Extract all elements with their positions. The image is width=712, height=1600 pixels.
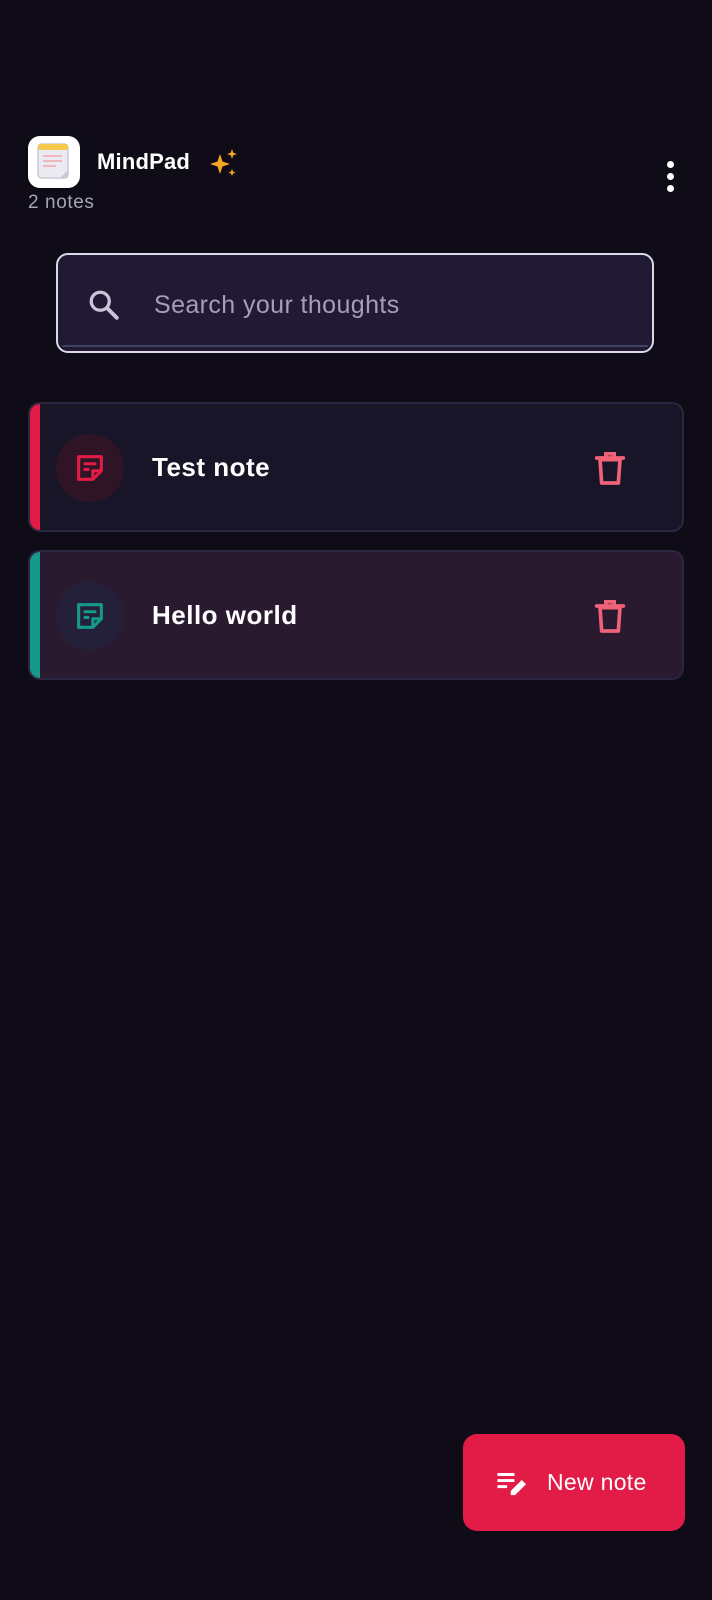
more-vert-icon-dot: [666, 184, 674, 192]
search-bar[interactable]: [56, 253, 654, 353]
sticky-note-icon: [77, 603, 103, 629]
app-logo-icon: [28, 136, 80, 188]
search-input[interactable]: [152, 279, 626, 331]
sticky-note-icon: [77, 455, 103, 481]
edit-note-icon: [497, 1472, 526, 1495]
new-note-label: New note: [547, 1469, 647, 1495]
new-note-button[interactable]: New note: [463, 1434, 685, 1531]
note-title: Test note: [152, 452, 271, 482]
note-card[interactable]: Test note: [28, 402, 684, 532]
delete-icon[interactable]: [590, 596, 630, 636]
more-vert-icon-dot: [666, 172, 674, 180]
note-icon-badge: [56, 434, 124, 502]
delete-icon[interactable]: [590, 448, 630, 488]
note-card[interactable]: Hello world: [28, 550, 684, 680]
note-accent-bar: [30, 404, 40, 530]
note-icon-badge: [56, 582, 124, 650]
more-vert-icon-dot: [666, 160, 674, 168]
app-header: MindPad 2 notes: [0, 0, 712, 220]
note-count: 2 notes: [28, 192, 95, 213]
app-title: MindPad: [97, 149, 191, 174]
search-icon: [89, 290, 119, 320]
note-title: Hello world: [152, 600, 298, 630]
sparkle-icon: [210, 149, 237, 176]
more-options-button[interactable]: [650, 156, 690, 196]
note-accent-bar: [30, 552, 40, 678]
note-list: Test note Hello world: [28, 402, 684, 698]
